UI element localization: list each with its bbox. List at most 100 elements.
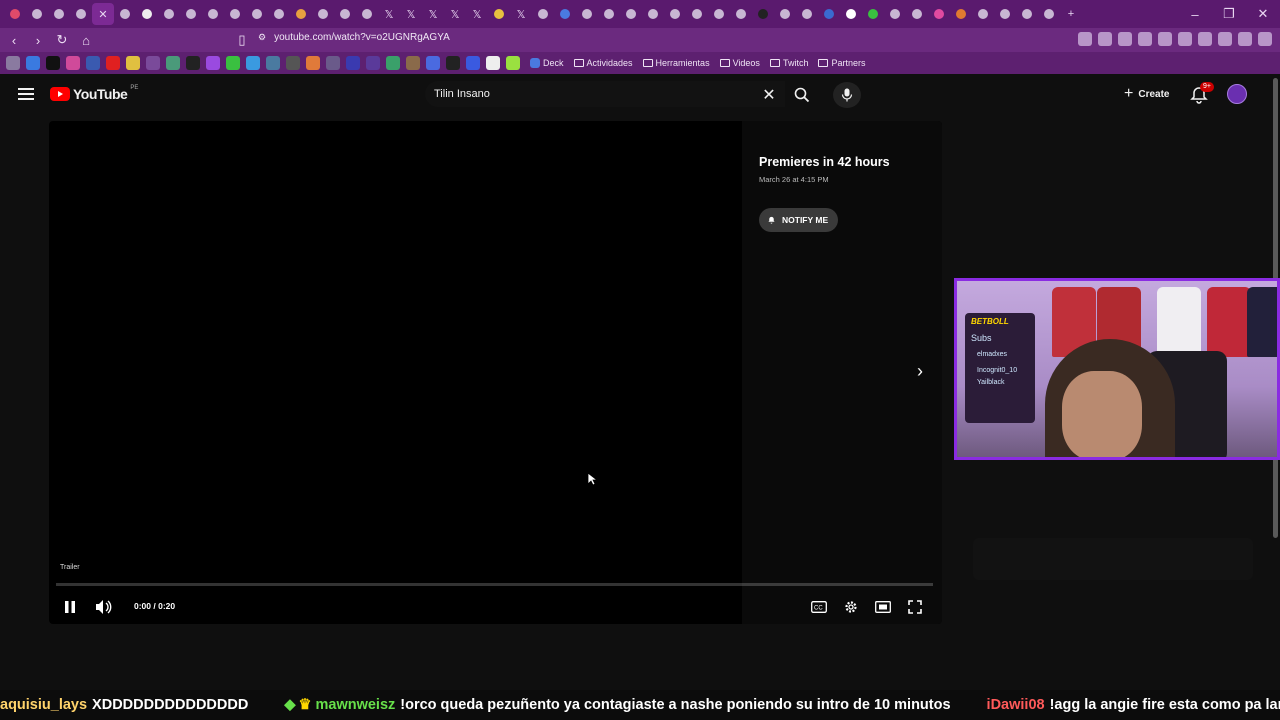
url-field[interactable]: ⚙ youtube.com/watch?v=o2UGNRgAGYA <box>258 32 450 43</box>
tab[interactable] <box>290 3 312 25</box>
tab[interactable] <box>554 3 576 25</box>
tab[interactable] <box>4 3 26 25</box>
extension-icon[interactable] <box>1078 32 1092 46</box>
forward-icon[interactable]: › <box>28 30 48 50</box>
back-icon[interactable]: ‹ <box>4 30 24 50</box>
bookmark-icon[interactable] <box>306 56 320 70</box>
tab[interactable] <box>796 3 818 25</box>
tab[interactable] <box>972 3 994 25</box>
bookmark-icon[interactable] <box>406 56 420 70</box>
bookmark-icon[interactable] <box>446 56 460 70</box>
kick-icon[interactable] <box>226 56 240 70</box>
extension-icon[interactable] <box>1138 32 1152 46</box>
bookmark-folder-actividades[interactable]: Actividades <box>573 58 633 68</box>
tab[interactable] <box>752 3 774 25</box>
x-logo-icon[interactable] <box>186 56 200 70</box>
tab[interactable] <box>598 3 620 25</box>
tab[interactable] <box>818 3 840 25</box>
new-tab-button[interactable]: + <box>1060 3 1082 25</box>
clear-search-icon[interactable]: ✕ <box>758 85 780 105</box>
bookmark-icon[interactable] <box>146 56 160 70</box>
tab[interactable] <box>488 3 510 25</box>
bookmark-icon[interactable] <box>506 56 520 70</box>
twitch-icon[interactable] <box>206 56 220 70</box>
tab[interactable] <box>884 3 906 25</box>
tab[interactable] <box>620 3 642 25</box>
subtitles-button[interactable]: CC <box>809 597 829 617</box>
avatar[interactable] <box>1227 84 1247 104</box>
extension-icon[interactable] <box>1198 32 1212 46</box>
bookmark-folder-partners[interactable]: Partners <box>818 58 865 68</box>
tab[interactable] <box>268 3 290 25</box>
fullscreen-button[interactable] <box>905 597 925 617</box>
tab[interactable] <box>26 3 48 25</box>
pause-button[interactable] <box>60 597 80 617</box>
facebook-icon[interactable] <box>86 56 100 70</box>
reload-icon[interactable]: ↻ <box>52 30 72 50</box>
extension-icon[interactable] <box>1158 32 1172 46</box>
youtube-icon[interactable] <box>106 56 120 70</box>
bookmark-folder-herramientas[interactable]: Herramientas <box>642 58 710 68</box>
bookmark-icon[interactable] <box>486 56 500 70</box>
bookmark-icon[interactable] <box>426 56 440 70</box>
tab[interactable] <box>642 3 664 25</box>
tab[interactable] <box>576 3 598 25</box>
apps-icon[interactable] <box>6 56 20 70</box>
voice-search-button[interactable] <box>833 82 861 108</box>
bookmark-icon[interactable]: ▯ <box>232 30 252 50</box>
tab[interactable] <box>1038 3 1060 25</box>
tab-x[interactable]: 𝕏 <box>400 3 422 25</box>
home-icon[interactable]: ⌂ <box>76 30 96 50</box>
tab[interactable] <box>48 3 70 25</box>
tab[interactable] <box>114 3 136 25</box>
tab-x[interactable]: 𝕏 <box>510 3 532 25</box>
bookmark-icon[interactable] <box>346 56 360 70</box>
tab[interactable] <box>532 3 554 25</box>
tab[interactable] <box>686 3 708 25</box>
settings-button[interactable] <box>841 597 861 617</box>
search-button[interactable] <box>786 82 818 108</box>
tab[interactable] <box>708 3 730 25</box>
bookmark-folder-videos[interactable]: Videos <box>719 58 760 68</box>
bookmark-icon[interactable] <box>266 56 280 70</box>
bookmark-deck[interactable]: Deck <box>530 58 564 68</box>
minimize-icon[interactable]: – <box>1178 0 1212 28</box>
menu-icon[interactable] <box>18 88 34 100</box>
extension-icon[interactable] <box>1178 32 1192 46</box>
restore-icon[interactable]: ❐ <box>1212 0 1246 28</box>
tab[interactable] <box>774 3 796 25</box>
tab[interactable] <box>334 3 356 25</box>
bookmark-icon[interactable] <box>286 56 300 70</box>
tab[interactable] <box>928 3 950 25</box>
tab[interactable] <box>136 3 158 25</box>
mute-button[interactable] <box>94 597 114 617</box>
tab[interactable] <box>840 3 862 25</box>
extension-icon[interactable] <box>1098 32 1112 46</box>
tab[interactable] <box>312 3 334 25</box>
tab[interactable] <box>70 3 92 25</box>
bookmark-folder-twitch[interactable]: Twitch <box>769 58 808 68</box>
tab[interactable] <box>950 3 972 25</box>
tab-x[interactable]: 𝕏 <box>466 3 488 25</box>
tab[interactable] <box>906 3 928 25</box>
tab-active-close[interactable]: ✕ <box>92 3 114 25</box>
search-input[interactable]: Tilin Insano <box>425 81 785 107</box>
tab[interactable] <box>994 3 1016 25</box>
tab[interactable] <box>730 3 752 25</box>
chevron-right-icon[interactable]: › <box>917 361 923 382</box>
theater-mode-button[interactable] <box>873 597 893 617</box>
bookmark-icon[interactable] <box>366 56 380 70</box>
bookmark-icon[interactable] <box>386 56 400 70</box>
tab[interactable] <box>246 3 268 25</box>
tab-x[interactable]: 𝕏 <box>422 3 444 25</box>
tab[interactable] <box>158 3 180 25</box>
tab[interactable] <box>356 3 378 25</box>
tab[interactable] <box>224 3 246 25</box>
create-button[interactable]: + Create <box>1118 83 1175 105</box>
tab[interactable] <box>202 3 224 25</box>
tab[interactable] <box>1016 3 1038 25</box>
bookmark-icon[interactable] <box>326 56 340 70</box>
tab[interactable] <box>180 3 202 25</box>
video-player[interactable]: Premieres in 42 hours March 26 at 4:15 P… <box>49 121 942 624</box>
extension-icon[interactable] <box>1118 32 1132 46</box>
